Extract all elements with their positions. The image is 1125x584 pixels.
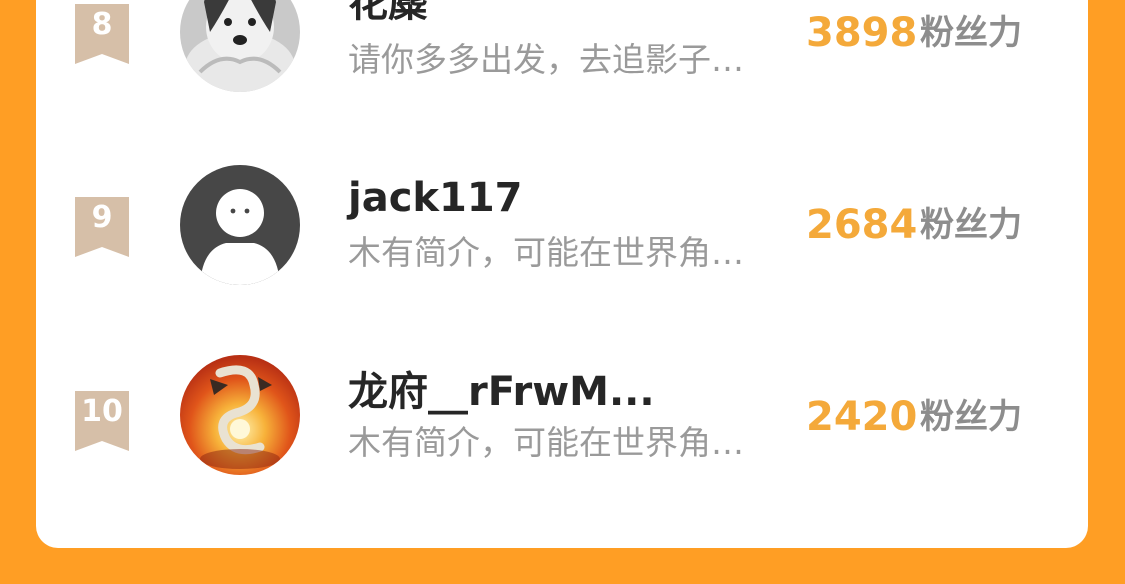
default-user-avatar[interactable] (180, 165, 300, 285)
leaderboard-row[interactable]: 8 花麋 请你多多出发，去追影子… 3898 粉丝力 (0, 0, 1125, 96)
leaderboard-row[interactable]: 10 龙府__rFrwM... 木有简介，可能在世界角… 2420 粉丝力 (0, 353, 1125, 483)
user-name[interactable]: 花麋 (348, 0, 428, 26)
fan-power-label: 粉丝力 (920, 13, 1022, 53)
user-bio: 请你多多出发，去追影子… (348, 40, 744, 79)
leaderboard-row[interactable]: 9 jack117 木有简介，可能在世界角… 2684 粉丝力 (0, 159, 1125, 289)
rank-badge: 9 (75, 197, 129, 257)
user-name[interactable]: 龙府__rFrwM... (348, 369, 655, 415)
user-name[interactable]: jack117 (348, 175, 523, 221)
user-bio: 木有简介，可能在世界角… (348, 233, 744, 272)
fan-power-label: 粉丝力 (920, 205, 1022, 245)
user-bio: 木有简介，可能在世界角… (348, 423, 744, 462)
fan-power-score: 3898 (806, 10, 918, 56)
rank-badge: 8 (75, 4, 129, 64)
rank-badge: 10 (75, 391, 129, 451)
rank-number: 8 (91, 7, 113, 42)
dog-avatar[interactable] (180, 0, 300, 92)
dragon-avatar[interactable] (180, 355, 300, 475)
fan-power-label: 粉丝力 (920, 397, 1022, 437)
rank-number: 10 (81, 394, 123, 429)
fan-power-score: 2684 (806, 202, 918, 248)
fan-power-score: 2420 (806, 394, 918, 440)
rank-number: 9 (91, 200, 113, 235)
